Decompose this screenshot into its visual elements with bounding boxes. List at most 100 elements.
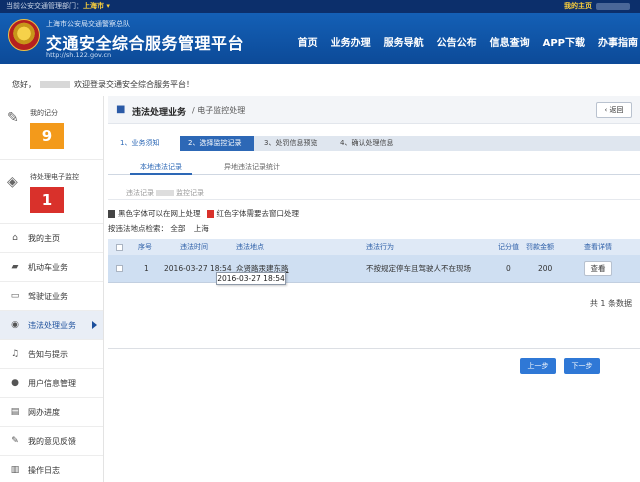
home-icon: ⌂ bbox=[12, 233, 18, 243]
sidebar-item-label: 告知与提示 bbox=[28, 349, 68, 359]
camera-icon: ◈ bbox=[7, 174, 18, 190]
sidebar-item-label: 违法处理业务 bbox=[28, 320, 76, 330]
nav-app-download[interactable]: APP下载 bbox=[543, 34, 585, 49]
nav-home[interactable]: 首页 bbox=[298, 34, 318, 49]
department-selector[interactable]: 当前公安交通管理部门：上海市 ▾ bbox=[6, 0, 110, 13]
breadcrumb-title: 违法处理业务 bbox=[132, 108, 187, 118]
sidebar-item-label: 驾驶证业务 bbox=[28, 291, 68, 301]
sidebar-item-label: 网办进度 bbox=[28, 407, 60, 417]
table-header: 序号 违法时间 违法地点 违法行为 记分值 罚款金额 查看详情 bbox=[108, 239, 640, 255]
welcome-hello: 您好， bbox=[12, 80, 36, 89]
city-dropdown[interactable]: 上海市 ▾ bbox=[83, 2, 110, 10]
place-filter-all[interactable]: 全部 bbox=[170, 224, 185, 233]
camera-icon: ◉ bbox=[11, 320, 19, 330]
step-1: 1、业务须知 bbox=[108, 136, 180, 151]
nav-business[interactable]: 业务办理 bbox=[331, 34, 371, 49]
sidebar-item-log[interactable]: ▥ 操作日志 bbox=[0, 456, 103, 482]
secondary-tab-bar: 违法记录 监控记录 bbox=[108, 185, 640, 200]
truck-icon: ▰ bbox=[11, 262, 19, 272]
red-swatch bbox=[206, 209, 214, 218]
sidebar-item-license[interactable]: ▭ 驾驶证业务 bbox=[0, 282, 103, 311]
sidebar-item-label: 我的主页 bbox=[28, 233, 60, 243]
pending-value: 1 bbox=[30, 187, 64, 213]
nav-service-guide[interactable]: 服务导航 bbox=[384, 34, 424, 49]
col-index: 序号 bbox=[138, 243, 152, 251]
step-4: 4、确认处理信息 bbox=[340, 139, 394, 147]
sidebar-item-user-info[interactable]: ● 用户信息管理 bbox=[0, 369, 103, 398]
score-card[interactable]: ✎ 我的记分 9 bbox=[0, 96, 103, 160]
pending-label: 待处理电子监控 bbox=[30, 173, 79, 181]
back-button[interactable]: ‹ 返回 bbox=[596, 102, 632, 118]
sidebar-item-notices[interactable]: ♫ 告知与提示 bbox=[0, 340, 103, 369]
col-detail: 查看详情 bbox=[584, 243, 612, 251]
bell-icon: ♫ bbox=[10, 349, 20, 359]
feedback-icon: ✎ bbox=[11, 436, 19, 446]
sidebar: ✎ 我的记分 9 ◈ 待处理电子监控 1 ⌂ 我的主页 ▰ 机动车业务 ▭ 驾驶证业务… bbox=[0, 96, 104, 482]
time-tooltip: 2016-03-27 18:54 bbox=[216, 272, 286, 285]
sidebar-item-feedback[interactable]: ✎ 我的意见反馈 bbox=[0, 427, 103, 456]
col-place: 违法地点 bbox=[236, 243, 264, 251]
organization-name: 上海市公安局交通警察总队 bbox=[46, 20, 130, 28]
next-step-button[interactable]: 下一步 bbox=[564, 358, 600, 374]
color-legend: 黑色字体可以在网上处理 红色字体需要去窗口处理 bbox=[108, 208, 299, 219]
card-icon: ▭ bbox=[10, 291, 20, 301]
welcome-message: 欢迎登录交通安全综合服务平台！ bbox=[74, 80, 194, 89]
my-homepage-link[interactable]: 我的主页 bbox=[564, 0, 592, 13]
select-all-checkbox[interactable] bbox=[116, 239, 123, 255]
tab-surveillance-records[interactable]: 违法记录 监控记录 bbox=[126, 188, 204, 198]
my-homepage-label: 我的主页 bbox=[564, 2, 592, 10]
row-fine: 200 bbox=[538, 264, 553, 273]
row-checkbox[interactable] bbox=[116, 255, 123, 282]
nav-announcements[interactable]: 公告公布 bbox=[437, 34, 477, 49]
table-row[interactable]: 1 2016-03-27 18:54 众贤路汞建东路 不按规定停车且驾驶人不在现… bbox=[108, 255, 640, 283]
sidebar-item-violations[interactable]: ◉ 违法处理业务 bbox=[0, 311, 103, 340]
nav-info-query[interactable]: 信息查询 bbox=[490, 34, 530, 49]
main-panel: ■ 违法处理业务 / 电子监控处理 ‹ 返回 1、业务须知 2、选择监控记录 3… bbox=[108, 96, 640, 482]
sidebar-item-label: 操作日志 bbox=[28, 465, 60, 475]
col-fine: 罚款金额 bbox=[526, 243, 554, 251]
breadcrumb-sub: / 电子监控处理 bbox=[192, 106, 246, 115]
view-detail-button[interactable]: 查看 bbox=[584, 261, 612, 276]
prev-step-button[interactable]: 上一步 bbox=[520, 358, 556, 374]
blurred-text bbox=[156, 190, 174, 196]
legend-red-text: 红色字体需要去窗口处理 bbox=[216, 209, 300, 218]
legend-black-text: 黑色字体可以在网上处理 bbox=[118, 209, 201, 218]
site-header: 上海市公安局交通警察总队 交通安全综合服务管理平台 http://sh.122.… bbox=[0, 13, 640, 64]
main-nav: 首页 业务办理 服务导航 公告公布 信息查询 APP下载 办事指南 bbox=[285, 34, 638, 49]
place-filter: 按违法地点检索： 全部 上海 bbox=[108, 223, 209, 234]
pending-card[interactable]: ◈ 待处理电子监控 1 bbox=[0, 160, 103, 224]
row-behavior: 不按规定停车且驾驶人不在现场 bbox=[366, 264, 471, 273]
caret-right-icon bbox=[92, 321, 97, 329]
sidebar-item-home[interactable]: ⌂ 我的主页 bbox=[0, 224, 103, 253]
step-3: 3、处罚信息预览 bbox=[264, 139, 318, 147]
nav-guide[interactable]: 办事指南 bbox=[598, 34, 638, 49]
top-strip: 当前公安交通管理部门：上海市 ▾ 我的主页 bbox=[0, 0, 640, 13]
tab-suffix: 监控记录 bbox=[176, 189, 204, 197]
welcome-bar: 您好， 欢迎登录交通安全综合服务平台！ bbox=[12, 79, 194, 90]
step-2: 2、选择监控记录 bbox=[180, 136, 254, 151]
col-time: 违法时间 bbox=[180, 243, 208, 251]
log-icon: ▥ bbox=[10, 465, 20, 475]
sidebar-item-progress[interactable]: ▤ 网办进度 bbox=[0, 398, 103, 427]
user-icon: ● bbox=[11, 378, 19, 388]
row-index: 1 bbox=[144, 264, 149, 273]
place-filter-city[interactable]: 上海 bbox=[194, 224, 209, 233]
score-value: 9 bbox=[30, 123, 64, 149]
police-emblem-icon bbox=[8, 19, 40, 51]
black-swatch bbox=[108, 209, 115, 218]
place-filter-label: 按违法地点检索： bbox=[108, 224, 168, 233]
col-behavior: 违法行为 bbox=[366, 243, 394, 251]
violation-table: 序号 违法时间 违法地点 违法行为 记分值 罚款金额 查看详情 1 2016-0… bbox=[108, 239, 640, 283]
sidebar-item-vehicle[interactable]: ▰ 机动车业务 bbox=[0, 253, 103, 282]
score-label: 我的记分 bbox=[30, 109, 58, 117]
truck-icon: ■ bbox=[116, 104, 126, 115]
user-name-blurred bbox=[596, 3, 630, 10]
user-name-blurred bbox=[40, 81, 70, 88]
record-tabs: 本地违法记录 异地违法记录统计 bbox=[108, 159, 640, 175]
progress-icon: ▤ bbox=[10, 407, 20, 417]
tab-local-records[interactable]: 本地违法记录 bbox=[130, 159, 192, 175]
row-score: 0 bbox=[506, 264, 511, 273]
breadcrumb: ■ 违法处理业务 / 电子监控处理 ‹ 返回 bbox=[108, 96, 640, 124]
tab-remote-records[interactable]: 异地违法记录统计 bbox=[214, 159, 290, 175]
view-detail-cell: 查看 bbox=[584, 255, 612, 282]
